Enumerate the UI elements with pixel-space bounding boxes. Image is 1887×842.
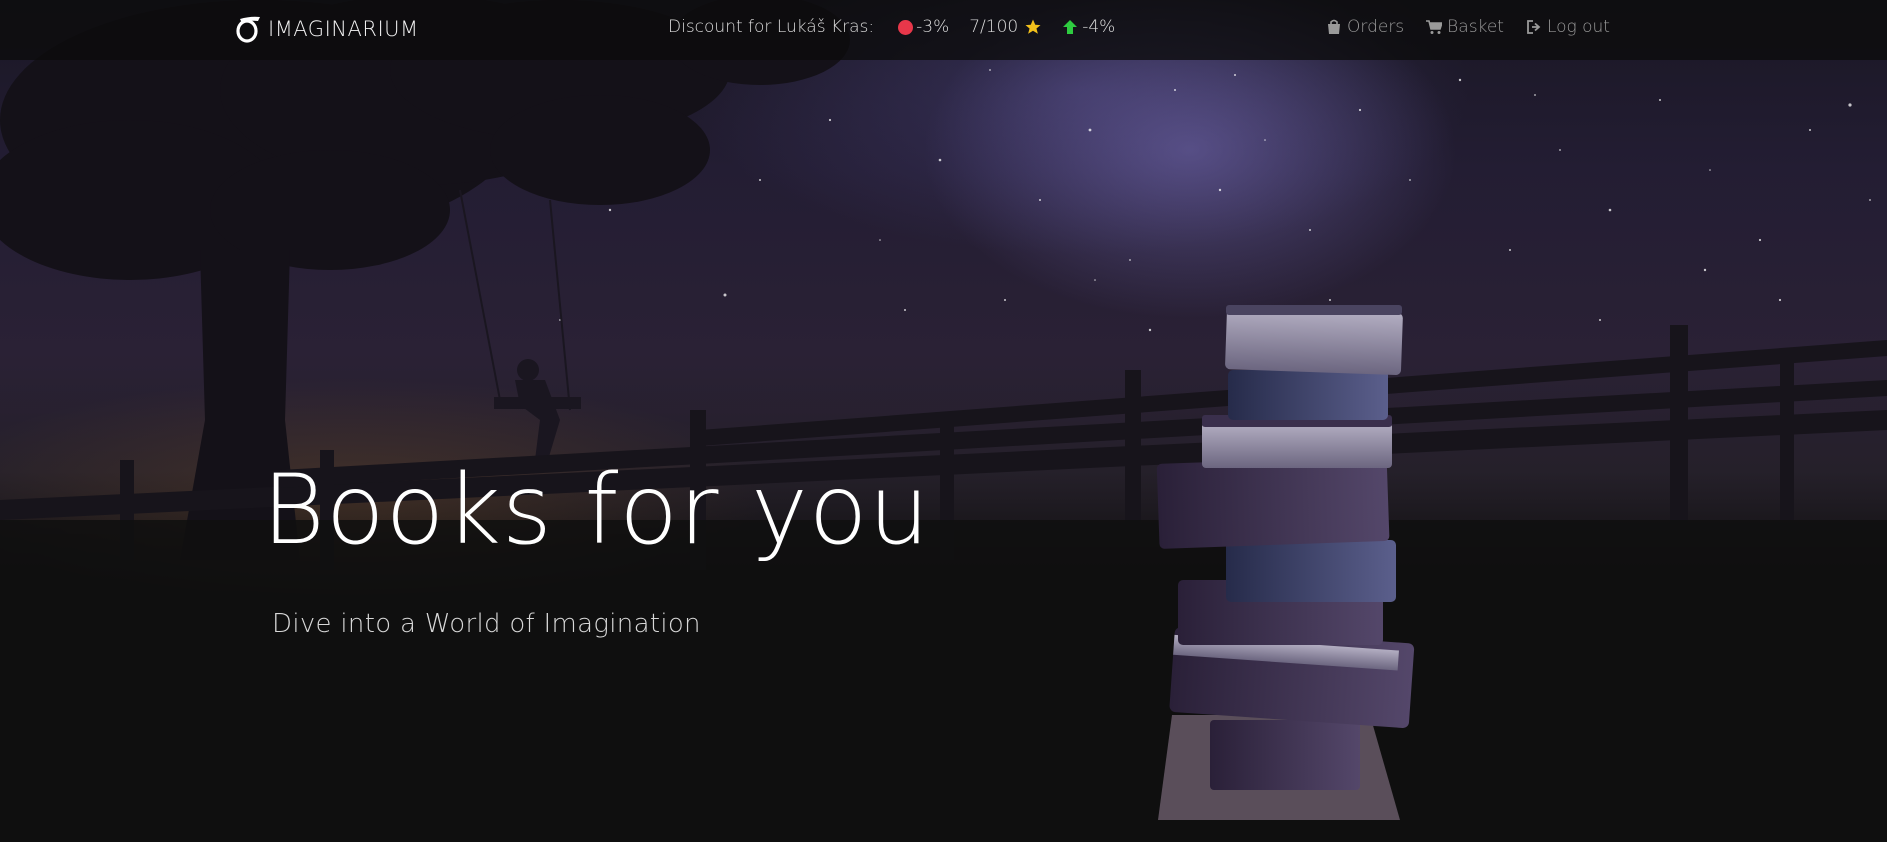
discount-bonus: -4% — [1062, 17, 1115, 37]
nav-orders-link[interactable]: Orders — [1326, 17, 1404, 37]
nav-links: Orders Basket Log out — [1326, 17, 1610, 37]
discount-rating-value: 7/100 — [969, 17, 1019, 37]
book-stack-image — [1156, 305, 1415, 820]
sign-out-icon — [1527, 20, 1541, 34]
brand-logo-icon — [236, 16, 260, 43]
shopping-cart-icon — [1426, 20, 1443, 34]
discount-rating: 7/100 — [969, 17, 1042, 37]
discount-penalty: -3% — [898, 17, 949, 37]
hero-section — [0, 0, 1887, 842]
nav-basket-link[interactable]: Basket — [1426, 17, 1504, 37]
arrow-up-icon — [1063, 20, 1078, 34]
top-navbar: IMAGINARIUM Discount for Lukáš Kras: -3%… — [0, 0, 1887, 60]
night-sky-background — [0, 0, 1887, 842]
nav-orders-label: Orders — [1347, 17, 1405, 37]
swing-silhouette — [459, 189, 581, 460]
discount-penalty-value: -3% — [916, 17, 950, 37]
brand-link[interactable]: IMAGINARIUM — [234, 14, 419, 44]
nav-logout-link[interactable]: Log out — [1526, 17, 1610, 37]
nav-basket-label: Basket — [1447, 17, 1504, 37]
shopping-bag-icon — [1328, 19, 1340, 34]
nav-logout-label: Log out — [1546, 17, 1610, 37]
red-circle-icon — [898, 19, 914, 35]
discount-bonus-value: -4% — [1082, 17, 1116, 37]
brand-name: IMAGINARIUM — [268, 17, 419, 41]
hero-subtitle: Dive into a World of Imagination — [272, 609, 701, 639]
discount-label: Discount for Lukáš Kras: — [668, 17, 875, 37]
hero-title: Books for you — [262, 454, 931, 566]
discount-status: Discount for Lukáš Kras: -3% 7/100 -4% — [668, 17, 1135, 37]
star-icon — [1025, 19, 1041, 34]
